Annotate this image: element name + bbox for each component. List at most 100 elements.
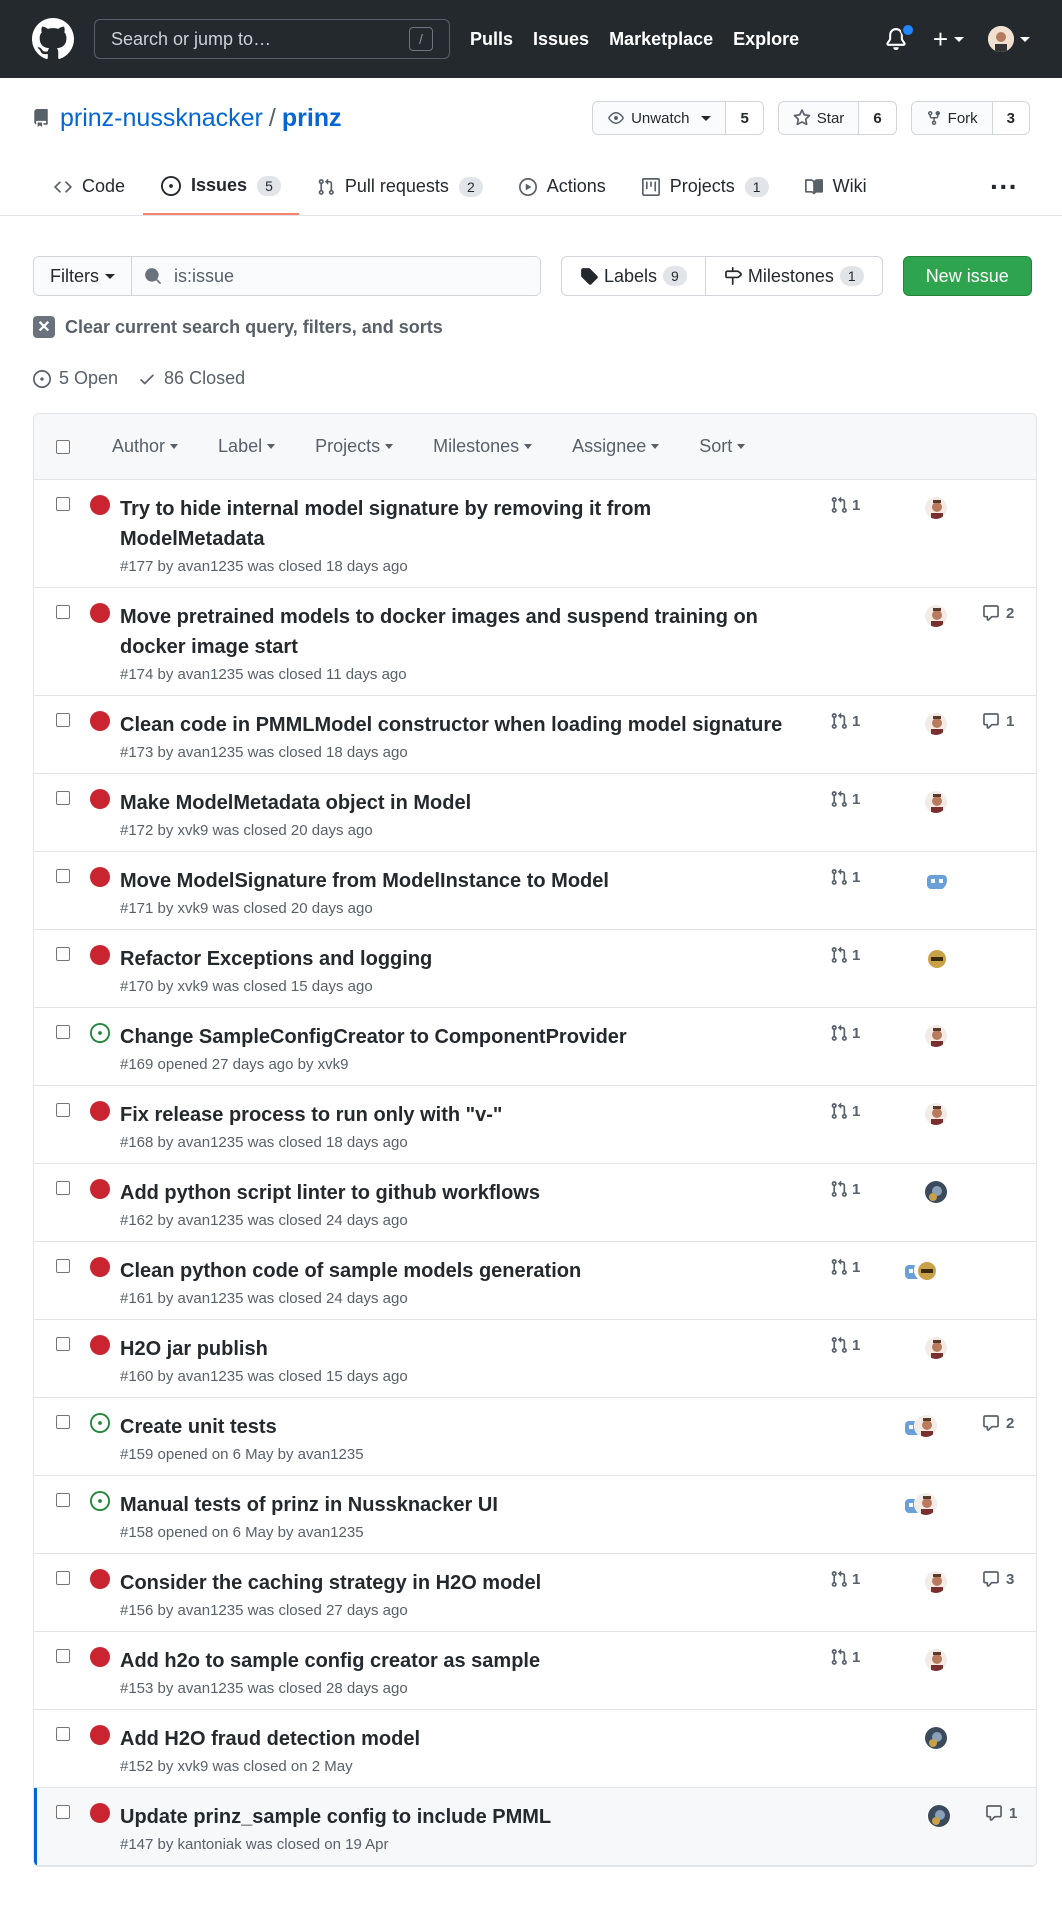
assignee-avatar[interactable] [924,1648,948,1672]
nav-issues[interactable]: Issues [533,29,589,50]
issue-checkbox[interactable] [56,713,70,727]
issue-title-link[interactable]: Try to hide internal model signature by … [120,498,651,550]
assignee-avatar[interactable] [924,1180,948,1204]
watch-count[interactable]: 5 [725,102,763,134]
milestones-dropdown[interactable]: Milestones [433,436,533,457]
issue-title-link[interactable]: Add H2O fraud detection model [120,1728,420,1750]
label-dropdown[interactable]: Label [218,436,276,457]
repo-name-link[interactable]: prinz [282,104,342,133]
comments-link[interactable]: 2 [982,604,1014,622]
issue-title-link[interactable]: Clean code in PMMLModel constructor when… [120,714,782,736]
assignee-avatar[interactable] [924,1570,948,1594]
issue-row[interactable]: H2O jar publish #160 by avan1235 was clos… [34,1320,1036,1398]
assignee-avatar[interactable] [914,1414,938,1438]
author-dropdown[interactable]: Author [112,436,179,457]
filters-dropdown[interactable]: Filters [34,257,132,295]
comments-link[interactable]: 2 [982,1414,1014,1432]
repo-owner-link[interactable]: prinz-nussknacker [60,104,263,133]
issue-checkbox[interactable] [56,1025,70,1039]
issue-row[interactable]: Fix release process to run only with "v-… [34,1086,1036,1164]
issue-row[interactable]: Change SampleConfigCreator to ComponentP… [34,1008,1036,1086]
assignee-avatar[interactable] [924,1726,948,1750]
issue-row[interactable]: Make ModelMetadata object in Model #172 b… [34,774,1036,852]
issue-checkbox[interactable] [56,1805,70,1819]
tab-projects[interactable]: Projects 1 [624,158,787,215]
issue-checkbox[interactable] [56,1337,70,1351]
issue-checkbox[interactable] [56,1727,70,1741]
issue-checkbox[interactable] [56,869,70,883]
open-issues-link[interactable]: 5 Open [33,368,118,389]
fork-count[interactable]: 3 [991,102,1029,134]
more-options-icon[interactable]: ··· [990,158,1030,215]
sort-dropdown[interactable]: Sort [699,436,746,457]
new-issue-button[interactable]: New issue [902,256,1032,296]
linked-pr-link[interactable]: 1 [830,1180,860,1198]
fork-button[interactable]: Fork [911,102,992,134]
issue-checkbox[interactable] [56,1571,70,1585]
star-count[interactable]: 6 [858,102,896,134]
linked-pr-link[interactable]: 1 [830,1102,860,1120]
tab-pull-requests[interactable]: Pull requests 2 [299,158,501,215]
tab-actions[interactable]: Actions [501,158,624,215]
issue-title-link[interactable]: Move ModelSignature from ModelInstance t… [120,870,609,892]
issue-checkbox[interactable] [56,497,70,511]
issue-title-link[interactable]: Update prinz_sample config to include PM… [120,1806,551,1828]
create-new-dropdown[interactable]: + [933,24,964,55]
projects-dropdown[interactable]: Projects [315,436,394,457]
issue-checkbox[interactable] [56,1649,70,1663]
issue-row[interactable]: Clean code in PMMLModel constructor when… [34,696,1036,774]
select-all-checkbox[interactable] [56,439,70,454]
closed-issues-link[interactable]: 86 Closed [138,368,245,389]
nav-explore[interactable]: Explore [733,29,799,50]
issue-title-link[interactable]: Move pretrained models to docker images … [120,606,758,658]
issue-title-link[interactable]: H2O jar publish [120,1338,268,1360]
issue-checkbox[interactable] [56,1493,70,1507]
issue-title-link[interactable]: Create unit tests [120,1416,277,1438]
tab-issues[interactable]: Issues 5 [143,158,299,215]
issue-row[interactable]: Consider the caching strategy in H2O mod… [34,1554,1036,1632]
issue-title-link[interactable]: Add python script linter to github workf… [120,1182,540,1204]
linked-pr-link[interactable]: 1 [830,868,860,886]
global-search-input[interactable]: Search or jump to… / [94,19,450,59]
issue-title-link[interactable]: Fix release process to run only with "v-… [120,1104,502,1126]
issue-title-link[interactable]: Make ModelMetadata object in Model [120,792,471,814]
assignee-avatar[interactable] [924,496,948,520]
clear-filters-link[interactable]: ✕ Clear current search query, filters, a… [33,316,1062,338]
user-menu-dropdown[interactable] [988,26,1030,52]
comments-link[interactable]: 3 [982,1570,1014,1588]
issue-row[interactable]: Add python script linter to github workf… [34,1164,1036,1242]
linked-pr-link[interactable]: 1 [830,790,860,808]
assignee-avatar[interactable] [924,1336,948,1360]
assignee-avatar[interactable] [914,1258,938,1282]
issue-title-link[interactable]: Clean python code of sample models gener… [120,1260,581,1282]
issue-checkbox[interactable] [56,1259,70,1273]
issue-checkbox[interactable] [56,1415,70,1429]
linked-pr-link[interactable]: 1 [830,946,860,964]
assignee-avatar[interactable] [924,868,948,892]
linked-pr-link[interactable]: 1 [830,496,860,514]
assignee-avatar[interactable] [924,946,948,970]
linked-pr-link[interactable]: 1 [830,1024,860,1042]
issue-checkbox[interactable] [56,1181,70,1195]
star-button[interactable]: Star [778,102,859,134]
issue-checkbox[interactable] [56,605,70,619]
issue-row[interactable]: Create unit tests #159 opened on 6 May by… [34,1398,1036,1476]
issue-title-link[interactable]: Add h2o to sample config creator as samp… [120,1650,540,1672]
comments-link[interactable]: 1 [982,712,1014,730]
linked-pr-link[interactable]: 1 [830,1648,860,1666]
assignee-avatar[interactable] [924,1102,948,1126]
linked-pr-link[interactable]: 1 [830,1570,860,1588]
nav-pulls[interactable]: Pulls [470,29,513,50]
issue-row[interactable]: Refactor Exceptions and logging #170 by x… [34,930,1036,1008]
linked-pr-link[interactable]: 1 [830,1258,860,1276]
assignee-avatar[interactable] [924,1024,948,1048]
issue-row[interactable]: Clean python code of sample models gener… [34,1242,1036,1320]
notifications-bell-icon[interactable] [885,23,915,51]
issue-row[interactable]: Move ModelSignature from ModelInstance t… [34,852,1036,930]
tab-code[interactable]: Code [36,158,143,215]
watch-button[interactable]: Unwatch [593,102,726,134]
issue-row[interactable]: Move pretrained models to docker images … [34,588,1036,696]
issue-row[interactable]: Add h2o to sample config creator as samp… [34,1632,1036,1710]
issue-row[interactable]: Try to hide internal model signature by … [34,480,1036,588]
assignee-avatar[interactable] [924,790,948,814]
